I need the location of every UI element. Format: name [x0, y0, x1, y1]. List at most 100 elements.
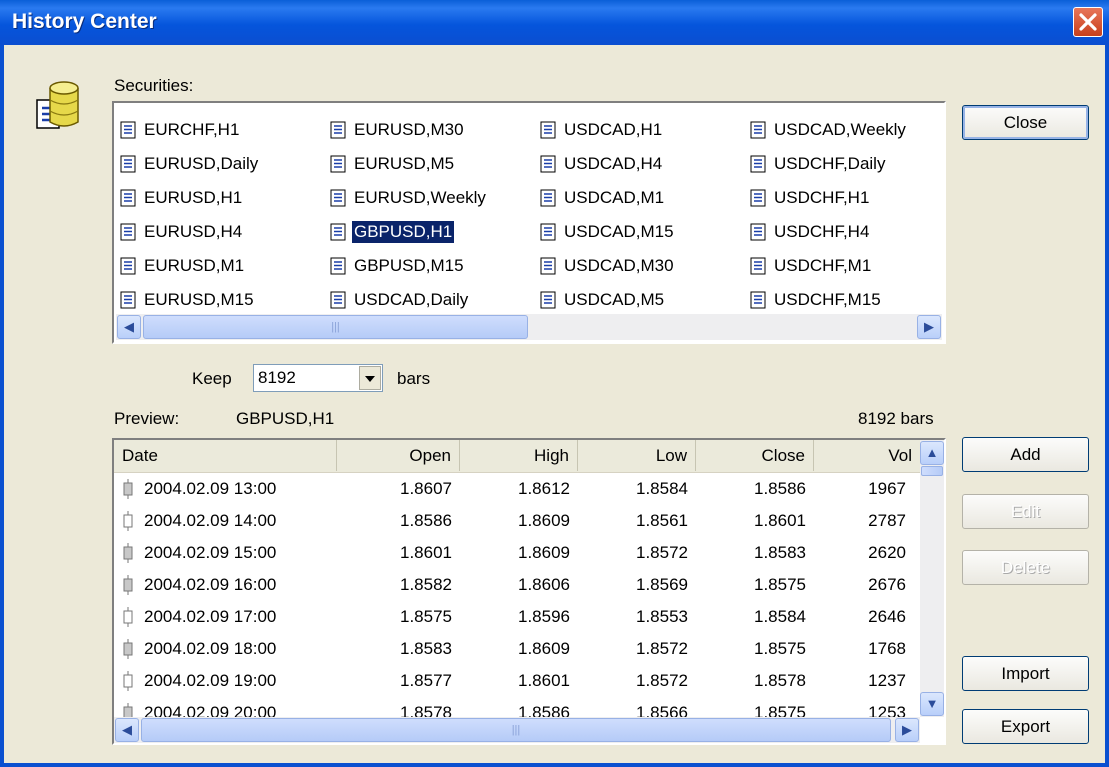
security-label: USDCAD,M5	[564, 290, 665, 309]
cell-open: 1.8583	[400, 639, 452, 658]
securities-scroll-thumb[interactable]: |||	[143, 315, 528, 339]
securities-column: EURCHF,H1 EURUSD,Daily EURUSD,H1 EURUSD,H4 E…	[120, 113, 260, 317]
scroll-down-icon[interactable]: ▼	[920, 692, 944, 716]
preview-symbol: GBPUSD,H1	[236, 409, 335, 428]
securities-hscrollbar[interactable]: ◀ ||| ▶	[116, 314, 942, 340]
table-row[interactable]: 2004.02.09 19:00 1.8577 1.8601 1.8572 1.8578…	[114, 665, 920, 697]
import-button[interactable]: Import	[962, 656, 1089, 691]
document-icon	[750, 121, 766, 139]
scroll-right-icon[interactable]: ▶	[917, 315, 941, 339]
security-item[interactable]: EURUSD,H4	[120, 215, 260, 249]
edit-button[interactable]: Edit	[962, 494, 1089, 529]
security-item[interactable]: EURCHF,H1	[120, 113, 260, 147]
security-label: USDCHF,H4	[774, 222, 870, 241]
table-hscrollbar[interactable]: ◀ ||| ▶	[114, 717, 920, 743]
securities-list[interactable]: EURCHF,H1 EURUSD,Daily EURUSD,H1 EURUSD,H4 E…	[112, 101, 946, 344]
security-label: GBPUSD,M15	[354, 256, 464, 275]
security-label: USDCAD,M15	[564, 222, 674, 241]
security-label: EURUSD,H4	[144, 222, 243, 241]
table-row[interactable]: 2004.02.09 14:00 1.8586 1.8609 1.8561 1.8601…	[114, 505, 920, 537]
table-row[interactable]: 2004.02.09 13:00 1.8607 1.8612 1.8584 1.8586…	[114, 473, 920, 505]
cell-high: 1.8601	[518, 671, 570, 690]
security-item[interactable]: USDCAD,H1	[540, 113, 676, 147]
document-icon	[120, 189, 136, 207]
keep-bars-value: 8192	[258, 368, 296, 387]
col-header-vol[interactable]: Vol	[814, 440, 920, 471]
document-icon	[540, 121, 556, 139]
close-button[interactable]: Close	[962, 105, 1089, 140]
export-button[interactable]: Export	[962, 709, 1089, 744]
security-label: EURUSD,Weekly	[354, 188, 486, 207]
security-item[interactable]: GBPUSD,M15	[330, 249, 488, 283]
document-icon	[330, 223, 346, 241]
cell-date: 2004.02.09 13:00	[144, 479, 277, 498]
table-row[interactable]: 2004.02.09 15:00 1.8601 1.8609 1.8572 1.8583…	[114, 537, 920, 569]
dropdown-arrow-icon[interactable]	[359, 366, 381, 390]
security-item[interactable]: GBPUSD,H1	[330, 215, 488, 249]
cell-high: 1.8596	[518, 607, 570, 626]
security-label: USDCHF,Daily	[774, 154, 886, 173]
document-icon	[750, 257, 766, 275]
col-header-low[interactable]: Low	[578, 440, 696, 471]
security-label: USDCHF,M15	[774, 290, 881, 309]
security-item[interactable]: USDCHF,H1	[750, 181, 908, 215]
scroll-up-icon[interactable]: ▲	[920, 441, 944, 465]
security-label: EURUSD,Daily	[144, 154, 259, 173]
document-icon	[750, 291, 766, 309]
security-item[interactable]: EURUSD,M5	[330, 147, 488, 181]
table-row[interactable]: 2004.02.09 17:00 1.8575 1.8596 1.8553 1.8584…	[114, 601, 920, 633]
table-row[interactable]: 2004.02.09 16:00 1.8582 1.8606 1.8569 1.8575…	[114, 569, 920, 601]
table-vscrollbar[interactable]: ▲ ▼	[920, 440, 944, 717]
cell-date: 2004.02.09 15:00	[144, 543, 277, 562]
document-icon	[330, 257, 346, 275]
scroll-left-icon[interactable]: ◀	[115, 718, 139, 742]
cell-date: 2004.02.09 16:00	[144, 575, 277, 594]
security-item[interactable]: USDCAD,M30	[540, 249, 676, 283]
cell-open: 1.8575	[400, 607, 452, 626]
col-header-date[interactable]: Date	[114, 440, 337, 471]
securities-column: EURUSD,M30 EURUSD,M5 EURUSD,Weekly GBPUSD,H…	[330, 113, 488, 317]
table-row[interactable]: 2004.02.09 18:00 1.8583 1.8609 1.8572 1.8575…	[114, 633, 920, 665]
security-item[interactable]: EURUSD,Weekly	[330, 181, 488, 215]
keep-bars-select[interactable]: 8192	[253, 364, 383, 392]
security-item[interactable]: USDCAD,M5	[540, 283, 676, 317]
history-table[interactable]: Date Open High Low Close Vol 2004.02.09 …	[112, 438, 946, 745]
security-label: USDCAD,M1	[564, 188, 665, 207]
security-item[interactable]: USDCHF,M15	[750, 283, 908, 317]
cell-low: 1.8561	[636, 511, 688, 530]
security-item[interactable]: USDCHF,Daily	[750, 147, 908, 181]
security-item[interactable]: EURUSD,H1	[120, 181, 260, 215]
document-icon	[540, 189, 556, 207]
security-item[interactable]: USDCAD,M1	[540, 181, 676, 215]
col-header-close[interactable]: Close	[696, 440, 814, 471]
cell-open: 1.8601	[400, 543, 452, 562]
cell-open: 1.8607	[400, 479, 452, 498]
add-button[interactable]: Add	[962, 437, 1089, 472]
security-item[interactable]: USDCHF,H4	[750, 215, 908, 249]
table-hscroll-thumb[interactable]: |||	[141, 718, 891, 742]
security-item[interactable]: USDCAD,Daily	[330, 283, 488, 317]
document-icon	[750, 223, 766, 241]
col-header-open[interactable]: Open	[337, 440, 460, 471]
window-close-button[interactable]	[1073, 7, 1103, 37]
cell-vol: 1237	[868, 671, 906, 690]
security-item[interactable]: USDCAD,H4	[540, 147, 676, 181]
security-item[interactable]: USDCAD,M15	[540, 215, 676, 249]
delete-button[interactable]: Delete	[962, 550, 1089, 585]
cell-high: 1.8609	[518, 639, 570, 658]
table-vscroll-thumb[interactable]	[921, 466, 943, 476]
securities-column: USDCAD,H1 USDCAD,H4 USDCAD,M1 USDCAD,M15 USD…	[540, 113, 676, 317]
security-item[interactable]: EURUSD,Daily	[120, 147, 260, 181]
security-item[interactable]: EURUSD,M30	[330, 113, 488, 147]
security-item[interactable]: EURUSD,M1	[120, 249, 260, 283]
scroll-left-icon[interactable]: ◀	[117, 315, 141, 339]
security-item[interactable]: EURUSD,M15	[120, 283, 260, 317]
bars-label: bars	[397, 369, 431, 388]
security-label: USDCHF,M1	[774, 256, 872, 275]
scroll-right-icon[interactable]: ▶	[895, 718, 919, 742]
col-header-high[interactable]: High	[460, 440, 578, 471]
security-item[interactable]: USDCAD,Weekly	[750, 113, 908, 147]
document-icon	[750, 155, 766, 173]
document-icon	[540, 257, 556, 275]
security-item[interactable]: USDCHF,M1	[750, 249, 908, 283]
